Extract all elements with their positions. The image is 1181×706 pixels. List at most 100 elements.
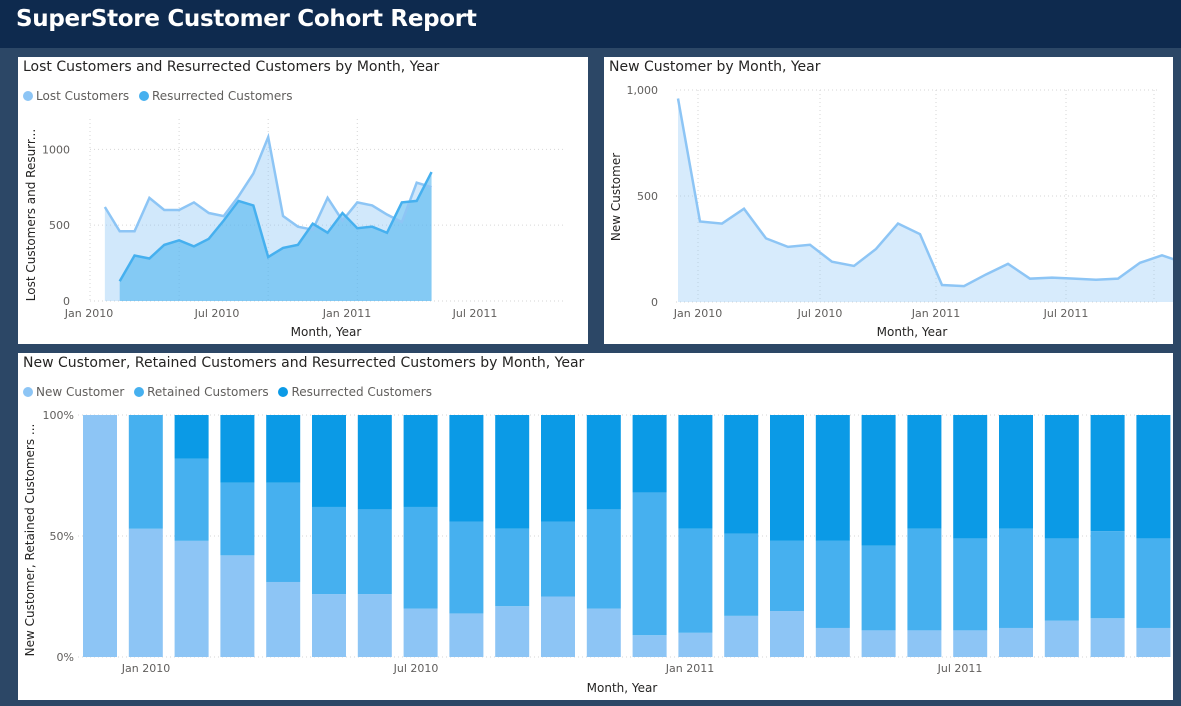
x-tick-label: Jan 2010: [673, 307, 722, 320]
y-axis-title: New Customer, Retained Customers ...: [23, 424, 37, 657]
bar-segment: [403, 415, 438, 507]
bar-segment: [861, 545, 896, 631]
bar-segment: [815, 627, 850, 657]
x-tick-label: Jan 2011: [665, 662, 714, 675]
bar-segment: [999, 415, 1033, 529]
x-tick-label: Jul 2010: [194, 307, 240, 320]
y-tick-label: 100%: [43, 409, 74, 422]
bar-segment: [678, 528, 713, 633]
bar-segment: [632, 635, 667, 657]
bar-segment: [312, 415, 346, 507]
y-tick-label: 0%: [57, 651, 74, 664]
bar-segment: [770, 415, 804, 541]
bar-segment: [357, 594, 392, 657]
bar-segment: [403, 506, 438, 609]
x-tick-label: Jul 2010: [797, 307, 843, 320]
bar-segment: [586, 415, 621, 510]
bar-segment: [770, 540, 804, 612]
bar-segment: [357, 509, 392, 595]
cohort-stacked-chart-panel[interactable]: New Customer, Retained Customers and Res…: [18, 353, 1173, 700]
bar-segment: [357, 415, 392, 510]
bar-segment: [953, 630, 988, 657]
bar-segment: [1136, 627, 1171, 657]
y-tick-label: 0: [651, 296, 658, 309]
bar-segment: [403, 608, 438, 657]
x-tick-label: Jan 2011: [911, 307, 960, 320]
x-tick-label: Jan 2011: [322, 307, 371, 320]
new-customer-plot: 0 500 1,000 Jan 2010 Jul 2010 Jan 2011 Jul 201…: [609, 84, 1173, 339]
bar-segment: [1090, 415, 1125, 532]
report-header: SuperStore Customer Cohort Report: [0, 0, 1181, 48]
bar-segment: [861, 630, 896, 657]
bar-segment: [907, 630, 942, 657]
bar-segment: [678, 415, 713, 529]
bar-segment: [907, 415, 942, 529]
bar-segment: [632, 415, 667, 493]
bar-segment: [999, 528, 1033, 628]
bar-segment: [1044, 620, 1079, 657]
bar-segment: [128, 528, 163, 657]
x-tick-label: Jan 2010: [64, 307, 113, 320]
bar-segment: [312, 506, 346, 595]
y-tick-label: 50%: [50, 530, 74, 543]
bar-segment: [541, 415, 575, 522]
bar-segment: [907, 528, 942, 631]
series-area: [678, 98, 1173, 302]
bar-segment: [953, 538, 988, 631]
bar-segment: [815, 540, 850, 628]
bar-segment: [449, 415, 484, 522]
y-tick-label: 1,000: [627, 84, 659, 97]
y-axis-title: Lost Customers and Resurr...: [24, 129, 38, 301]
lost-resurrected-chart-panel[interactable]: Lost Customers and Resurrected Customers…: [18, 57, 588, 344]
cohort-stacked-plot: 0% 50% 100% Jan 2010 Jul 2010 Jan 2011 Jul 201…: [23, 409, 1171, 695]
new-customer-chart-panel[interactable]: New Customer by Month, Year 0 500 1,000 Jan…: [604, 57, 1173, 344]
bar-segment: [678, 632, 713, 657]
bar-segment: [174, 458, 209, 541]
x-tick-label: Jul 2010: [393, 662, 439, 675]
bar-segment: [266, 415, 301, 483]
bar-segment: [1136, 415, 1171, 539]
bar-segment: [586, 509, 621, 609]
bar-segment: [724, 615, 759, 657]
bar-segment: [220, 415, 255, 483]
bar-segment: [541, 521, 575, 597]
x-tick-label: Jan 2010: [121, 662, 170, 675]
bar-segment: [220, 482, 255, 556]
x-axis-title: Month, Year: [291, 325, 362, 339]
bar-segment: [815, 415, 850, 541]
y-axis-title: New Customer: [609, 153, 623, 241]
bar-segment: [495, 415, 530, 529]
bar-segment: [495, 606, 530, 657]
bar-segment: [1136, 538, 1171, 628]
bar-segment: [495, 528, 530, 607]
bar-segment: [266, 482, 301, 582]
x-tick-label: Jul 2011: [452, 307, 498, 320]
x-tick-label: Jul 2011: [1043, 307, 1089, 320]
bar-segment: [1044, 415, 1079, 539]
x-tick-label: Jul 2011: [937, 662, 983, 675]
bar-segment: [541, 596, 575, 657]
bar-segment: [1090, 618, 1125, 657]
bar-segment: [312, 594, 346, 657]
bar-segment: [220, 555, 255, 657]
bar-segment: [861, 415, 896, 546]
bar-segment: [266, 581, 301, 657]
bar-segment: [128, 415, 163, 529]
bar-segment: [449, 613, 484, 657]
y-tick-label: 1000: [42, 143, 70, 156]
y-tick-label: 500: [637, 190, 658, 203]
bar-segment: [999, 627, 1033, 657]
bar-segment: [586, 608, 621, 657]
bar-segment: [83, 415, 117, 657]
y-tick-label: 500: [49, 219, 70, 232]
bar-segment: [174, 415, 209, 459]
bar-segment: [449, 521, 484, 614]
x-axis-title: Month, Year: [877, 325, 948, 339]
x-axis-title: Month, Year: [587, 681, 658, 695]
bar-segment: [1044, 538, 1079, 621]
report-title: SuperStore Customer Cohort Report: [16, 6, 477, 32]
bar-segment: [953, 415, 988, 539]
bar-segment: [1090, 531, 1125, 619]
bar-segment: [174, 540, 209, 657]
bar-segment: [770, 611, 804, 657]
